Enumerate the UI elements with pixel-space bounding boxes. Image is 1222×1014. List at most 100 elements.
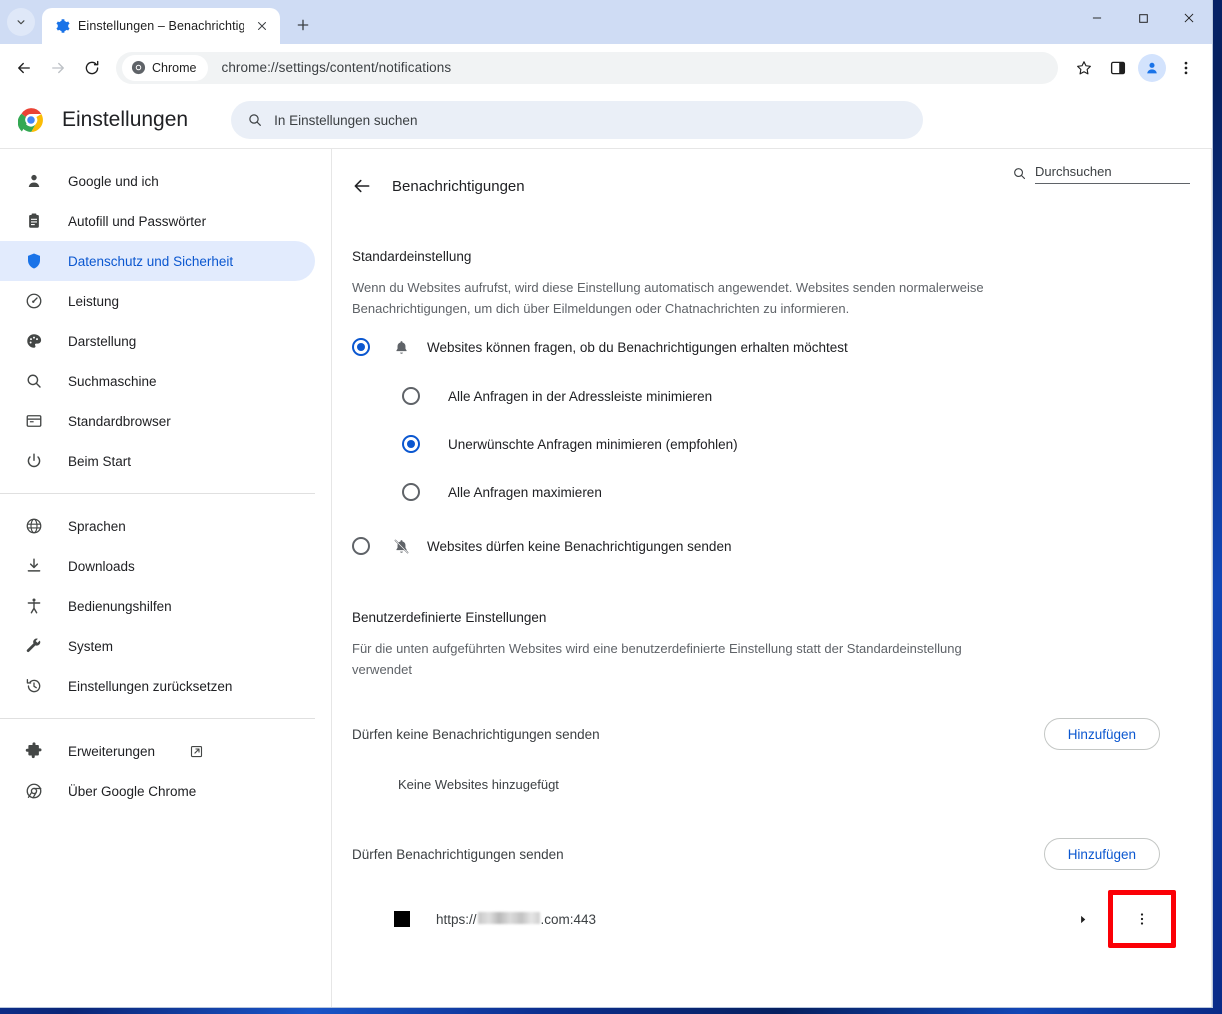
side-panel-icon	[1110, 61, 1126, 74]
close-icon	[258, 22, 266, 30]
window-controls	[1074, 0, 1212, 36]
tab-title: Einstellungen – Benachrichtigun	[78, 19, 244, 33]
reload-button[interactable]	[76, 52, 108, 84]
block-group-label: Dürfen keine Benachrichtigungen senden	[352, 726, 600, 742]
accessibility-icon	[24, 596, 44, 616]
sidebar-item-label: Downloads	[68, 558, 135, 574]
profile-button[interactable]	[1136, 52, 1168, 84]
radio-block-notifications[interactable]: Websites dürfen keine Benachrichtigungen…	[352, 536, 1182, 556]
new-tab-button[interactable]	[286, 8, 320, 42]
sidebar-item-bedienungshilfen[interactable]: Bedienungshilfen	[0, 586, 315, 626]
radio-button[interactable]	[402, 483, 420, 501]
power-icon	[24, 451, 44, 471]
browser-tab[interactable]: Einstellungen – Benachrichtigun	[42, 8, 280, 44]
row-divider	[1109, 906, 1110, 932]
avatar	[1138, 53, 1166, 82]
speedometer-icon	[24, 291, 44, 311]
minimize-icon	[1092, 17, 1102, 19]
site-options-menu-button[interactable]	[1108, 890, 1176, 948]
back-button[interactable]	[350, 174, 374, 198]
block-group-row: Dürfen keine Benachrichtigungen senden H…	[352, 718, 1182, 750]
sidebar-item-label: Standardbrowser	[68, 413, 171, 429]
kebab-menu-icon	[1140, 913, 1144, 925]
globe-icon	[24, 516, 44, 536]
search-icon	[24, 371, 44, 391]
radio-minimize-unwanted[interactable]: Unerwünschte Anfragen minimieren (empfoh…	[402, 435, 1182, 453]
settings-header: Einstellungen In Einstellungen suchen	[0, 92, 1212, 148]
site-origin-prefix: https://	[436, 911, 477, 927]
radio-button[interactable]	[402, 387, 420, 405]
add-allowed-site-button[interactable]: Hinzufügen	[1043, 838, 1160, 870]
radio-button[interactable]	[352, 338, 370, 356]
sidebar-item-google-und-ich[interactable]: Google und ich	[0, 161, 315, 201]
chrome-chip-label: Chrome	[152, 60, 197, 75]
sidebar-item-datenschutz-und-sicherheit[interactable]: Datenschutz und Sicherheit	[0, 241, 315, 281]
bookmark-button[interactable]	[1068, 52, 1100, 84]
chrome-menu-button[interactable]	[1170, 52, 1202, 84]
block-group-empty-text: Keine Websites hinzugefügt	[398, 777, 559, 792]
sidebar-item-sprachen[interactable]: Sprachen	[0, 506, 315, 546]
subpage-search[interactable]: Durchsuchen	[1012, 163, 1190, 184]
sidebar-item-label: Datenschutz und Sicherheit	[68, 253, 234, 269]
toolbar-actions	[1068, 52, 1204, 84]
sidebar-item-label: Darstellung	[68, 333, 137, 349]
chevron-right-icon	[1080, 915, 1085, 923]
bell-off-icon	[391, 536, 411, 556]
radio-button[interactable]	[352, 537, 370, 555]
settings-main-panel: Benachrichtigungen Durchsuchen Standarde…	[331, 148, 1212, 1007]
custom-settings-section: Benutzerdefinierte Einstellungen Für die…	[332, 610, 1212, 948]
section-title: Standardeinstellung	[352, 249, 472, 264]
sidebar-item-beim-start[interactable]: Beim Start	[0, 441, 315, 481]
subpage-title: Benachrichtigungen	[392, 177, 525, 195]
sidebar-item-erweiterungen[interactable]: Erweiterungen	[0, 731, 315, 771]
bell-icon	[391, 337, 411, 357]
tab-close-button[interactable]	[252, 16, 272, 36]
back-button[interactable]	[8, 52, 40, 84]
sidebar-item-darstellung[interactable]: Darstellung	[0, 321, 315, 361]
close-window-button[interactable]	[1166, 0, 1212, 36]
tab-list-button[interactable]	[7, 8, 35, 36]
radio-minimize-address-bar[interactable]: Alle Anfragen in der Adressleiste minimi…	[402, 387, 1182, 405]
radio-maximize-all[interactable]: Alle Anfragen maximieren	[402, 483, 1182, 501]
forward-button[interactable]	[42, 52, 74, 84]
sidebar-item-standardbrowser[interactable]: Standardbrowser	[0, 401, 315, 441]
chrome-logo-icon	[18, 108, 43, 132]
sidebar-item-downloads[interactable]: Downloads	[0, 546, 315, 586]
shield-icon	[24, 251, 44, 271]
arrow-left-icon	[354, 179, 370, 193]
side-panel-button[interactable]	[1102, 52, 1134, 84]
reload-icon	[85, 60, 99, 74]
search-icon	[249, 114, 262, 126]
settings-sidebar: Google und ich Autofill und Passwörter D…	[0, 148, 331, 1007]
star-icon	[1077, 60, 1091, 74]
site-origin-suffix: .com:443	[540, 911, 597, 927]
download-icon	[24, 556, 44, 576]
url-text: chrome://settings/content/notifications	[221, 60, 452, 75]
address-bar[interactable]: Chrome chrome://settings/content/notific…	[116, 51, 1058, 84]
browser-toolbar: Chrome chrome://settings/content/notific…	[0, 44, 1212, 92]
expand-site-button[interactable]	[1073, 910, 1091, 928]
sidebar-item-einstellungen-zuruecksetzen[interactable]: Einstellungen zurücksetzen	[0, 666, 315, 706]
chrome-icon	[24, 781, 44, 801]
radio-label: Websites dürfen keine Benachrichtigungen…	[427, 538, 732, 554]
sidebar-item-leistung[interactable]: Leistung	[0, 281, 315, 321]
site-origin-redacted	[477, 911, 540, 924]
radio-label: Websites können fragen, ob du Benachrich…	[427, 339, 848, 355]
plus-icon	[297, 19, 309, 31]
settings-search-input[interactable]: In Einstellungen suchen	[231, 101, 924, 139]
site-list-item[interactable]: https:// .com:443	[352, 890, 1182, 948]
subpage-search-input[interactable]: Durchsuchen	[1035, 163, 1190, 184]
subpage-header: Benachrichtigungen Durchsuchen	[332, 149, 1212, 205]
sidebar-item-system[interactable]: System	[0, 626, 315, 666]
settings-gear-icon	[56, 19, 70, 33]
minimize-button[interactable]	[1074, 0, 1120, 36]
add-blocked-site-button[interactable]: Hinzufügen	[1043, 718, 1160, 750]
puzzle-icon	[24, 741, 44, 761]
sub-options-group: Alle Anfragen in der Adressleiste minimi…	[352, 387, 1182, 501]
sidebar-item-autofill[interactable]: Autofill und Passwörter	[0, 201, 315, 241]
radio-ask-permission[interactable]: Websites können fragen, ob du Benachrich…	[352, 337, 1182, 357]
radio-button[interactable]	[402, 435, 420, 453]
maximize-button[interactable]	[1120, 0, 1166, 36]
sidebar-item-ueber-google-chrome[interactable]: Über Google Chrome	[0, 771, 315, 811]
sidebar-item-suchmaschine[interactable]: Suchmaschine	[0, 361, 315, 401]
